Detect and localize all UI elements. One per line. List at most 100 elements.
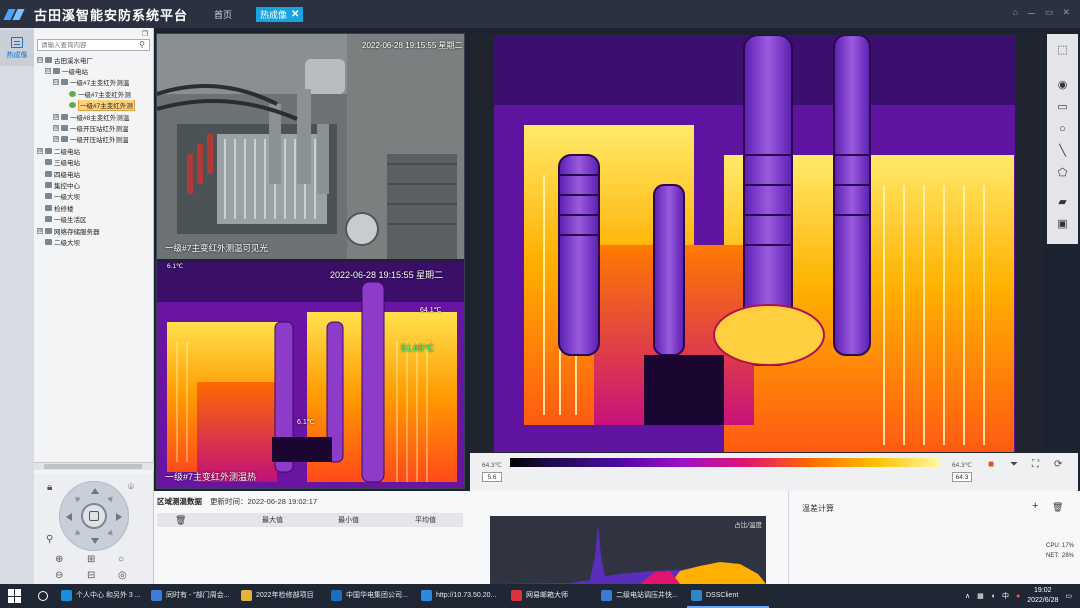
color-palette-bar[interactable] xyxy=(510,458,940,467)
station-icon xyxy=(45,170,52,177)
focus-far-icon[interactable]: ⊟ xyxy=(87,570,95,581)
notification-icon[interactable]: ▭ xyxy=(1065,592,1072,600)
temperature-palette-row: 64.3℃ 5.6 64.3℃ 64.3 ■ ⏷ ⛶ ⟳ xyxy=(470,453,1078,491)
tree-toggle-icon[interactable]: ⊞ xyxy=(53,125,59,132)
tree-node[interactable]: 四级电站 xyxy=(37,168,153,179)
taskbar-app[interactable]: 个人中心 和另外 3 ... xyxy=(57,584,147,608)
lock-icon[interactable]: 🔒︎ xyxy=(47,482,52,493)
tree-node[interactable]: 二级大坝 xyxy=(37,236,153,247)
line-tool-icon[interactable]: ╲ xyxy=(1056,145,1069,158)
save-icon[interactable]: ▣ xyxy=(1056,218,1069,231)
windows-start-icon[interactable] xyxy=(8,589,22,603)
taskbar-app[interactable]: http://10.73.50.20... xyxy=(417,584,507,608)
volume-icon[interactable]: ◖ xyxy=(991,593,995,600)
tree-toggle-icon[interactable]: ⊟ xyxy=(53,79,59,86)
tree-node[interactable]: ⊞ 一级开压站红外测温 xyxy=(37,122,153,133)
pan-up-right-icon[interactable] xyxy=(107,494,115,503)
iris-open-icon[interactable]: ○ xyxy=(118,554,124,565)
pan-down-left-icon[interactable] xyxy=(73,529,81,538)
circle-tool-icon[interactable]: ○ xyxy=(1056,123,1069,136)
tree-horizontal-scrollbar[interactable] xyxy=(34,462,154,470)
system-clock[interactable]: 19:02 2022/6/28 xyxy=(1027,586,1058,606)
minimize-icon[interactable]: ー xyxy=(1027,7,1036,20)
tree-toggle-icon[interactable]: ⊟ xyxy=(45,68,51,75)
delete-diff-icon[interactable]: 🗑︎ xyxy=(1052,502,1063,513)
tray-overflow-icon[interactable]: ∧ xyxy=(965,592,970,600)
filter-icon[interactable]: ⏷ xyxy=(1010,459,1018,470)
network-icon[interactable]: ▦ xyxy=(977,592,984,600)
main-thermal-view[interactable] xyxy=(470,34,1044,453)
scrollbar-thumb[interactable] xyxy=(44,464,142,469)
taskbar-app[interactable]: 2022年检修部项目 xyxy=(237,584,327,608)
delete-all-icon[interactable]: 🗑︎ xyxy=(175,515,186,526)
rect-tool-icon[interactable]: ▭ xyxy=(1056,101,1069,114)
palette-color-icon[interactable]: ■ xyxy=(988,459,994,470)
tree-node-camera[interactable]: 一级#7主变红外测 xyxy=(37,88,153,99)
tree-search-input[interactable] xyxy=(38,41,132,49)
pan-right-icon[interactable] xyxy=(116,513,122,521)
pan-left-icon[interactable] xyxy=(66,513,72,521)
iris-close-icon[interactable]: ◎ xyxy=(118,570,127,581)
point-tool-icon[interactable]: ◉ xyxy=(1056,79,1069,92)
palette-max-input[interactable]: 64.3 xyxy=(952,472,972,482)
taskbar-search-icon[interactable] xyxy=(38,591,48,601)
nav-thermal-tab[interactable]: 热成像 ✕ xyxy=(256,6,304,22)
pan-up-left-icon[interactable] xyxy=(73,494,81,503)
tree-node[interactable]: ⊟ 古田溪水电厂 xyxy=(37,54,153,65)
taskbar-app[interactable]: 网易邮箱大师 xyxy=(507,584,597,608)
device-icon xyxy=(61,125,68,132)
pan-down-right-icon[interactable] xyxy=(107,529,115,538)
tree-node[interactable]: 三级电站 xyxy=(37,157,153,168)
rail-item-thermal[interactable]: 热成像 xyxy=(0,30,34,66)
nav-home-tab[interactable]: 首页 xyxy=(214,8,232,21)
location-pin-icon[interactable]: ⚲ xyxy=(46,534,53,545)
home-icon[interactable]: ⌂ xyxy=(1012,7,1017,20)
tree-node[interactable]: 集控中心 xyxy=(37,179,153,190)
taskbar-app[interactable]: 同时有 - "部门周会... xyxy=(147,584,237,608)
tree-node[interactable]: ⊞ 一级#8主变红外测温 xyxy=(37,111,153,122)
taskbar-app-active[interactable]: DSSClient xyxy=(687,584,769,608)
add-diff-button[interactable]: + xyxy=(1032,500,1038,512)
mouse-icon[interactable]: ⌾ xyxy=(128,482,134,493)
tree-toggle-icon[interactable]: ⊞ xyxy=(37,227,43,234)
tree-node[interactable]: 一级大坝 xyxy=(37,191,153,202)
refresh-icon[interactable]: ⟳ xyxy=(1054,459,1062,470)
tree-node-camera-selected[interactable]: 一级#7主变红外测 xyxy=(37,99,153,111)
ptz-center-button[interactable] xyxy=(81,503,107,529)
zoom-in-icon[interactable]: ⊕ xyxy=(55,554,63,565)
browser-icon xyxy=(61,589,72,601)
polygon-tool-icon[interactable]: ⬠ xyxy=(1056,167,1069,180)
close-window-icon[interactable]: ✕ xyxy=(1062,7,1070,20)
tree-node[interactable]: 检修楼 xyxy=(37,202,153,213)
tree-node[interactable]: 一级生活区 xyxy=(37,213,153,224)
pan-up-icon[interactable] xyxy=(91,488,99,494)
tree-node[interactable]: ⊞ 网络存储服务器 xyxy=(37,225,153,236)
tree-toggle-icon[interactable]: ⊞ xyxy=(53,113,59,120)
tree-node[interactable]: ⊞ 一级开压站红外测温 xyxy=(37,134,153,145)
main-thermal-image[interactable] xyxy=(494,35,1015,452)
tree-toggle-icon[interactable]: ⊟ xyxy=(37,56,43,63)
palette-min-input[interactable]: 5.6 xyxy=(482,472,502,482)
pan-down-icon[interactable] xyxy=(91,538,99,544)
system-monitor: CPU: 17% NET: 28% xyxy=(1046,541,1074,561)
focus-near-icon[interactable]: ⊞ xyxy=(87,554,95,565)
taskbar-app[interactable]: 中国华电集团公司... xyxy=(327,584,417,608)
tree-node[interactable]: ⊞ 二级电站 xyxy=(37,145,153,156)
ptz-direction-ring[interactable] xyxy=(59,481,129,551)
tree-toggle-icon[interactable]: ⊞ xyxy=(37,147,43,154)
search-icon[interactable]: ⚲ xyxy=(136,40,148,50)
tree-toggle-icon[interactable]: ⊞ xyxy=(53,136,59,143)
fullscreen-icon[interactable]: ⛶ xyxy=(1032,459,1039,470)
restore-panel-icon[interactable]: ❐ xyxy=(142,30,148,38)
tree-node[interactable]: ⊟ 一级电站 xyxy=(37,65,153,76)
select-tool-icon[interactable]: ⬚ xyxy=(1056,44,1069,57)
tree-node[interactable]: ⊟ 一级#7主变红外测温 xyxy=(37,77,153,88)
open-folder-icon[interactable]: ▰ xyxy=(1056,196,1069,209)
station-icon xyxy=(45,159,52,166)
taskbar-app[interactable]: 二级电站调压井快... xyxy=(597,584,687,608)
close-tab-icon[interactable]: ✕ xyxy=(291,9,299,20)
ime-indicator[interactable]: 中 xyxy=(1002,591,1009,601)
zoom-out-icon[interactable]: ⊖ xyxy=(55,570,63,581)
security-app-icon[interactable]: ● xyxy=(1016,593,1020,600)
maximize-icon[interactable]: ▭ xyxy=(1045,7,1054,20)
